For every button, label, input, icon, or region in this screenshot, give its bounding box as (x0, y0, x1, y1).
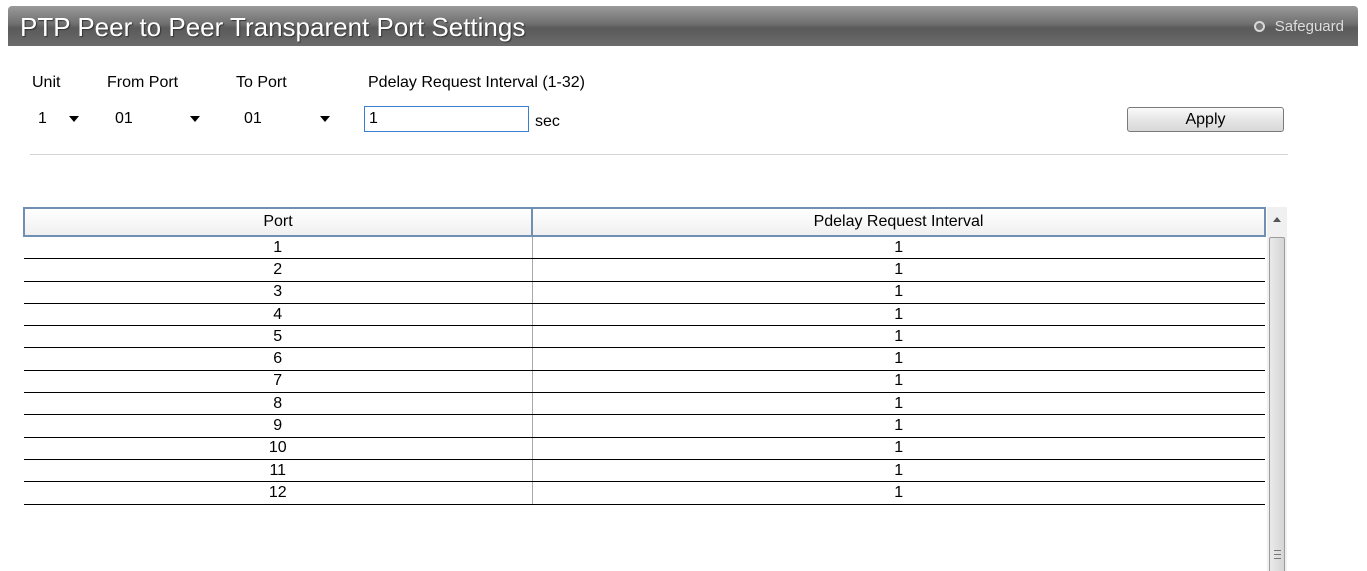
port-cell: 10 (24, 437, 532, 460)
divider (30, 154, 1288, 155)
to-port-label: To Port (236, 74, 287, 91)
page-title-bar: PTP Peer to Peer Transparent Port Settin… (8, 6, 1358, 46)
unit-select[interactable]: 1 (31, 105, 87, 133)
safeguard-label: Safeguard (1274, 18, 1344, 35)
port-cell: 1 (24, 236, 532, 260)
port-cell: 11 (24, 459, 532, 483)
table-row: 51 (24, 325, 1265, 349)
interval-cell: 1 (531, 459, 1265, 483)
interval-cell: 1 (531, 347, 1265, 371)
interval-cell: 1 (531, 370, 1265, 394)
table-row: 21 (24, 258, 1265, 282)
port-cell: 8 (24, 392, 532, 416)
port-cell: 3 (24, 281, 532, 304)
grip-icon (1274, 550, 1281, 559)
port-cell: 7 (24, 370, 532, 394)
interval-cell: 1 (531, 414, 1265, 438)
chevron-down-icon (190, 116, 200, 122)
table-row: 81 (24, 392, 1265, 416)
table-row: 71 (24, 370, 1265, 394)
port-cell: 12 (24, 481, 532, 505)
interval-cell: 1 (531, 325, 1265, 349)
table-row: 11 (24, 236, 1265, 260)
safeguard-indicator[interactable]: Safeguard (1253, 18, 1344, 35)
interval-input[interactable] (364, 106, 529, 132)
table-row: 41 (24, 303, 1265, 327)
from-port-select-value: 01 (115, 110, 133, 127)
table-scrollbar[interactable] (1267, 207, 1287, 571)
column-header-port[interactable]: Port (23, 207, 533, 237)
scroll-up-arrow-icon[interactable] (1273, 217, 1281, 222)
interval-label: Pdelay Request Interval (1-32) (368, 74, 585, 91)
chevron-down-icon (320, 116, 330, 122)
interval-cell: 1 (531, 258, 1265, 282)
status-led-icon (1253, 21, 1265, 32)
interval-cell: 1 (531, 392, 1265, 416)
scrollbar-thumb[interactable] (1269, 237, 1285, 571)
interval-cell: 1 (531, 281, 1265, 304)
port-table: Port Pdelay Request Interval 11213141516… (23, 207, 1266, 505)
table-row: 31 (24, 281, 1265, 304)
port-table-container: Port Pdelay Request Interval 11213141516… (23, 207, 1287, 571)
table-header-row: Port Pdelay Request Interval (23, 207, 1266, 237)
column-header-interval[interactable]: Pdelay Request Interval (531, 207, 1266, 237)
table-row: 10 1 (24, 437, 1265, 460)
to-port-select-value: 01 (244, 110, 262, 127)
from-port-label: From Port (107, 74, 179, 91)
interval-unit-label: sec (535, 113, 560, 130)
port-cell: 6 (24, 347, 532, 371)
table-row: 61 (24, 347, 1265, 371)
interval-cell: 1 (531, 481, 1265, 505)
interval-cell: 1 (531, 303, 1265, 327)
unit-label: Unit (32, 74, 61, 91)
port-cell: 9 (24, 414, 532, 438)
table-row: 11 1 (24, 459, 1265, 483)
unit-select-value: 1 (38, 110, 47, 127)
page-title: PTP Peer to Peer Transparent Port Settin… (20, 12, 526, 42)
to-port-select[interactable]: 01 (237, 105, 338, 133)
table-row: 12 1 (24, 481, 1265, 505)
table-row: 91 (24, 414, 1265, 438)
from-port-select[interactable]: 01 (108, 105, 208, 133)
apply-button[interactable]: Apply (1127, 107, 1284, 132)
port-cell: 4 (24, 303, 532, 327)
interval-cell: 1 (531, 437, 1265, 460)
interval-cell: 1 (531, 236, 1265, 260)
port-cell: 5 (24, 325, 532, 349)
port-cell: 2 (24, 258, 532, 282)
chevron-down-icon (69, 116, 79, 122)
